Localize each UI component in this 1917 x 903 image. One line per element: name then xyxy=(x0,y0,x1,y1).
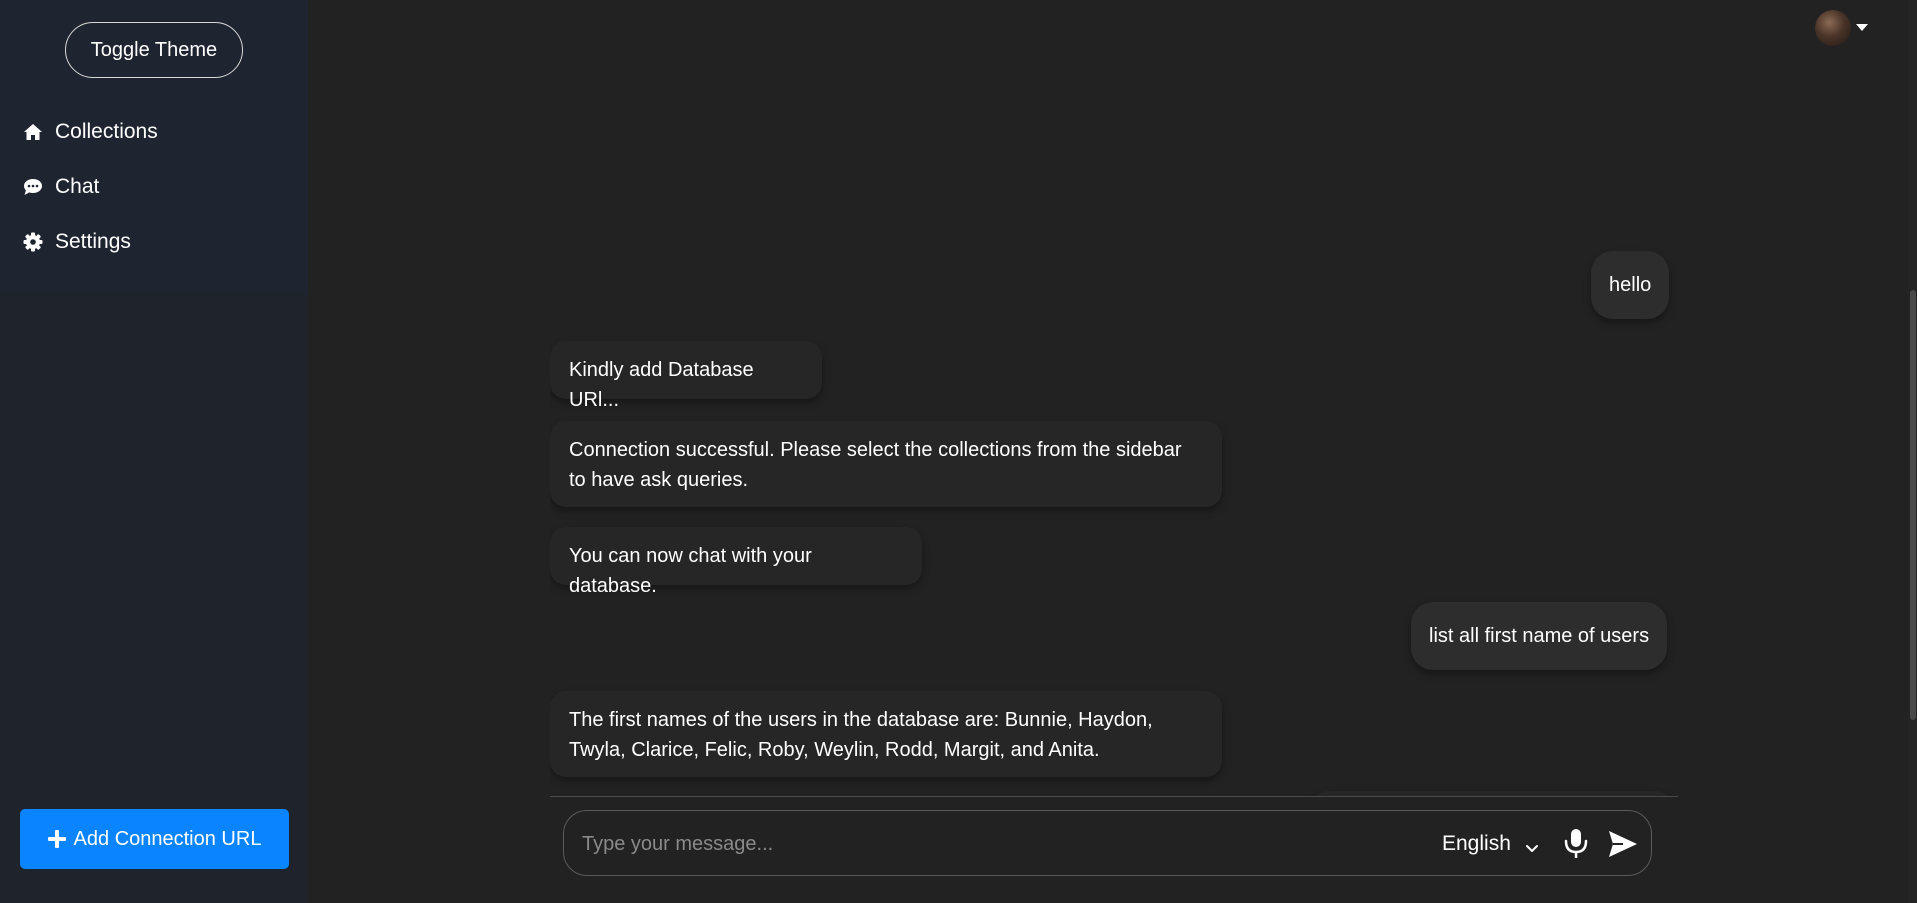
user-message: hello xyxy=(1591,251,1670,319)
sidebar: Toggle Theme Collections Chat Settings A… xyxy=(0,0,308,903)
language-label: English xyxy=(1442,832,1511,855)
sidebar-item-chat[interactable]: Chat xyxy=(22,170,99,204)
message-composer: English xyxy=(563,810,1652,876)
caret-down-icon[interactable] xyxy=(1856,24,1868,31)
composer-divider xyxy=(550,796,1678,797)
language-select[interactable]: English xyxy=(1442,829,1539,859)
add-connection-label: Add Connection URL xyxy=(73,827,262,850)
bot-message: You can now chat with your database. xyxy=(550,527,922,597)
sidebar-item-label: Chat xyxy=(55,175,100,198)
add-connection-button[interactable]: Add Connection URL xyxy=(20,809,289,869)
chat-messages: hello Kindly add Database URl... Connect… xyxy=(550,0,1678,796)
plus-icon xyxy=(47,830,66,848)
send-icon[interactable] xyxy=(1607,829,1639,859)
chat-bubble-icon xyxy=(22,176,44,198)
home-icon xyxy=(22,121,44,143)
sidebar-item-label: Settings xyxy=(55,230,131,253)
scrollbar-thumb[interactable] xyxy=(1910,290,1916,720)
message-input[interactable] xyxy=(580,821,1384,867)
app-root: Toggle Theme Collections Chat Settings A… xyxy=(0,0,1917,903)
chevron-down-icon xyxy=(1525,837,1539,852)
sidebar-item-label: Collections xyxy=(55,120,158,143)
toggle-theme-button[interactable]: Toggle Theme xyxy=(65,22,243,78)
user-message: list all first name of users xyxy=(1411,602,1668,670)
microphone-icon[interactable] xyxy=(1560,827,1592,861)
sidebar-item-collections[interactable]: Collections xyxy=(22,115,158,149)
gear-icon xyxy=(22,231,44,253)
bot-message: Connection successful. Please select the… xyxy=(550,421,1222,507)
sidebar-item-settings[interactable]: Settings xyxy=(22,225,131,259)
user-avatar[interactable] xyxy=(1815,10,1851,46)
bot-message: The first names of the users in the data… xyxy=(550,691,1222,777)
bot-message: Kindly add Database URl... xyxy=(550,341,822,411)
